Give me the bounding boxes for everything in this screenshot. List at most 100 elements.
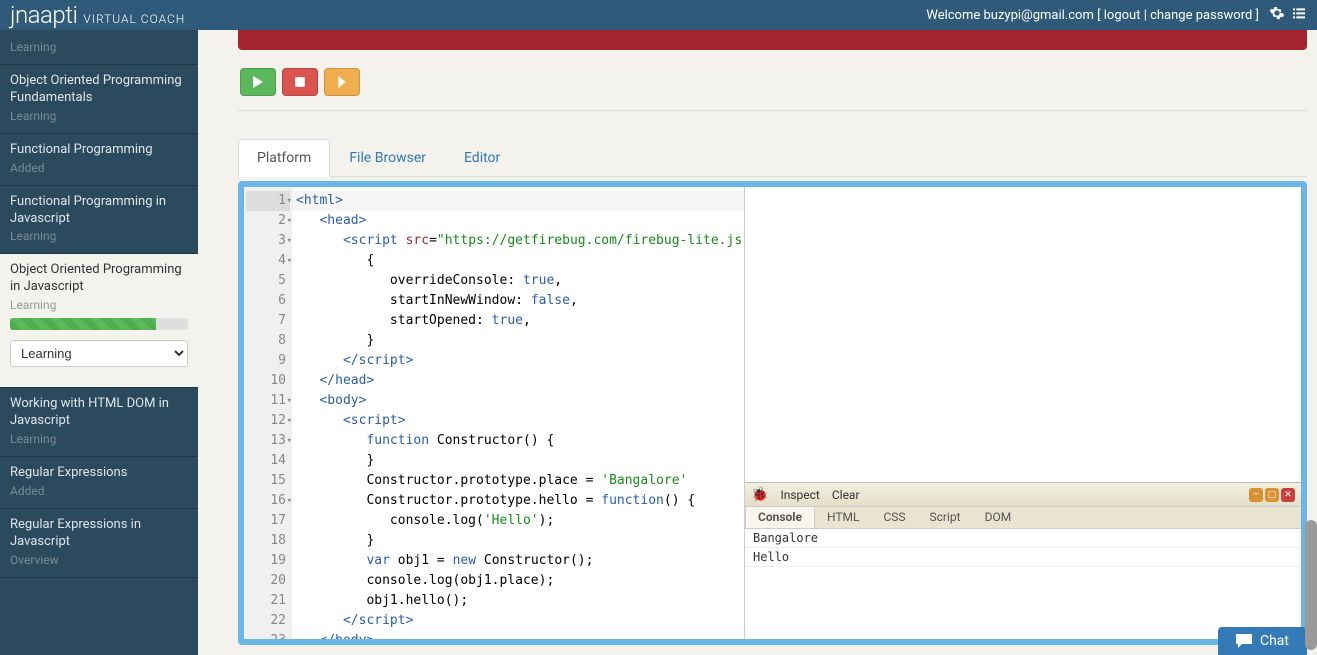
sidebar-item-title: Object Oriented Programming in Javascrip… [10,262,188,296]
sidebar-item[interactable]: Object Oriented Programming Fundamentals… [0,65,198,134]
step-button[interactable] [324,68,360,96]
firebug-tab-script[interactable]: Script [918,507,973,528]
code-line[interactable]: Constructor.prototype.hello = function()… [292,491,744,511]
sidebar-item[interactable]: Regular Expressions in JavascriptOvervie… [0,509,198,578]
fold-icon[interactable]: ▾ [287,211,292,231]
chat-button[interactable]: Chat [1218,627,1307,655]
gutter-line[interactable]: 23 [246,631,290,639]
code-editor[interactable]: 1▾2▾3▾4▾567891011▾12▾13▾141516▾171819202… [244,187,744,639]
code-line[interactable]: <script> [292,411,744,431]
code-line[interactable]: Constructor.prototype.place = 'Bangalore… [292,471,744,491]
editor-code[interactable]: <html> <head> <script src="https://getfi… [292,187,744,639]
play-button[interactable] [240,68,276,96]
gear-icon[interactable] [1269,5,1285,25]
firebug-tab-css[interactable]: CSS [871,507,917,528]
fold-icon[interactable]: ▾ [287,411,292,431]
status-select[interactable]: Learning [10,340,188,367]
code-line[interactable]: { [292,251,744,271]
firebug-icon[interactable]: 🐞 [751,487,768,503]
gutter-line[interactable]: 15 [246,471,290,491]
code-line[interactable]: startOpened: true, [292,311,744,331]
tab-file-browser[interactable]: File Browser [330,139,445,177]
firebug-console[interactable]: BangaloreHello [745,529,1301,639]
gutter-line[interactable]: 7 [246,311,290,331]
fold-icon[interactable]: ▾ [287,491,292,511]
code-line[interactable]: } [292,451,744,471]
editor-gutter[interactable]: 1▾2▾3▾4▾567891011▾12▾13▾141516▾171819202… [244,187,292,639]
code-line[interactable]: } [292,331,744,351]
gutter-line[interactable]: 13▾ [246,431,290,451]
gutter-line[interactable]: 16▾ [246,491,290,511]
alert-banner[interactable] [238,30,1307,50]
sidebar[interactable]: LearningObject Oriented Programming Fund… [0,30,198,655]
gutter-line[interactable]: 3▾ [246,231,290,251]
code-line[interactable]: obj1.hello(); [292,591,744,611]
gutter-line[interactable]: 6 [246,291,290,311]
code-line[interactable]: </script> [292,351,744,371]
gutter-line[interactable]: 4▾ [246,251,290,271]
header-right: Welcome buzypi@gmail.com [ logout | chan… [926,5,1307,25]
fold-icon[interactable]: ▾ [287,251,292,271]
scrollbar-thumb[interactable] [1305,520,1317,650]
code-line[interactable]: <head> [292,211,744,231]
sidebar-item[interactable]: Object Oriented Programming in Javascrip… [0,254,198,388]
code-line[interactable]: </head> [292,371,744,391]
gutter-line[interactable]: 8 [246,331,290,351]
tab-editor[interactable]: Editor [445,139,519,177]
logout-link[interactable]: logout [1104,8,1141,23]
gutter-line[interactable]: 9 [246,351,290,371]
firebug-tab-dom[interactable]: DOM [973,507,1024,528]
change-password-link[interactable]: change password [1150,8,1252,23]
sidebar-item[interactable]: Working with HTML DOM in JavascriptLearn… [0,388,198,457]
code-line[interactable]: <script src="https://getfirebug.com/fire… [292,231,744,251]
workspace: 1▾2▾3▾4▾567891011▾12▾13▾141516▾171819202… [238,181,1307,645]
gutter-line[interactable]: 2▾ [246,211,290,231]
gutter-line[interactable]: 17 [246,511,290,531]
fold-icon[interactable]: ▾ [287,231,292,251]
fold-icon[interactable]: ▾ [287,431,292,451]
code-line[interactable]: function Constructor() { [292,431,744,451]
gutter-line[interactable]: 11▾ [246,391,290,411]
gutter-line[interactable]: 18 [246,531,290,551]
fold-icon[interactable]: ▾ [287,391,292,411]
brand[interactable]: jnaapti VIRTUAL COACH [10,1,185,29]
code-line[interactable]: startInNewWindow: false, [292,291,744,311]
sidebar-item[interactable]: Regular ExpressionsAdded [0,457,198,509]
sidebar-item[interactable]: Functional Programming in JavascriptLear… [0,186,198,255]
main-tabs: Platform File Browser Editor [238,139,1307,177]
sidebar-item[interactable]: Functional ProgrammingAdded [0,134,198,186]
gutter-line[interactable]: 21 [246,591,290,611]
gutter-line[interactable]: 5 [246,271,290,291]
sidebar-item[interactable]: Learning [0,30,198,65]
code-line[interactable]: var obj1 = new Constructor(); [292,551,744,571]
fold-icon[interactable]: ▾ [287,191,292,211]
firebug-close-icon[interactable]: ✕ [1281,488,1295,502]
firebug-clear[interactable]: Clear [832,488,860,502]
code-line[interactable]: <body> [292,391,744,411]
tab-platform[interactable]: Platform [238,139,330,177]
code-line[interactable]: console.log('Hello'); [292,511,744,531]
gutter-line[interactable]: 14 [246,451,290,471]
list-icon[interactable] [1291,5,1307,25]
sidebar-item-status: Learning [10,109,188,123]
firebug-tab-html[interactable]: HTML [815,507,872,528]
code-line[interactable]: </body> [292,631,744,639]
stop-button[interactable] [282,68,318,96]
firebug-popout-icon[interactable]: ▢ [1265,488,1279,502]
gutter-line[interactable]: 20 [246,571,290,591]
code-line[interactable]: overrideConsole: true, [292,271,744,291]
gutter-line[interactable]: 1▾ [246,191,290,211]
firebug-inspect[interactable]: Inspect [780,488,819,502]
gutter-line[interactable]: 19 [246,551,290,571]
code-line[interactable]: console.log(obj1.place); [292,571,744,591]
gutter-line[interactable]: 12▾ [246,411,290,431]
code-line[interactable]: </script> [292,611,744,631]
gutter-line[interactable]: 22 [246,611,290,631]
code-line[interactable]: } [292,531,744,551]
firebug-minimize-icon[interactable]: — [1249,488,1263,502]
sidebar-item-title: Functional Programming in Javascript [10,194,188,228]
sidebar-item-title: Object Oriented Programming Fundamentals [10,73,188,107]
firebug-tab-console[interactable]: Console [745,507,815,528]
gutter-line[interactable]: 10 [246,371,290,391]
code-line[interactable]: <html> [292,191,744,211]
